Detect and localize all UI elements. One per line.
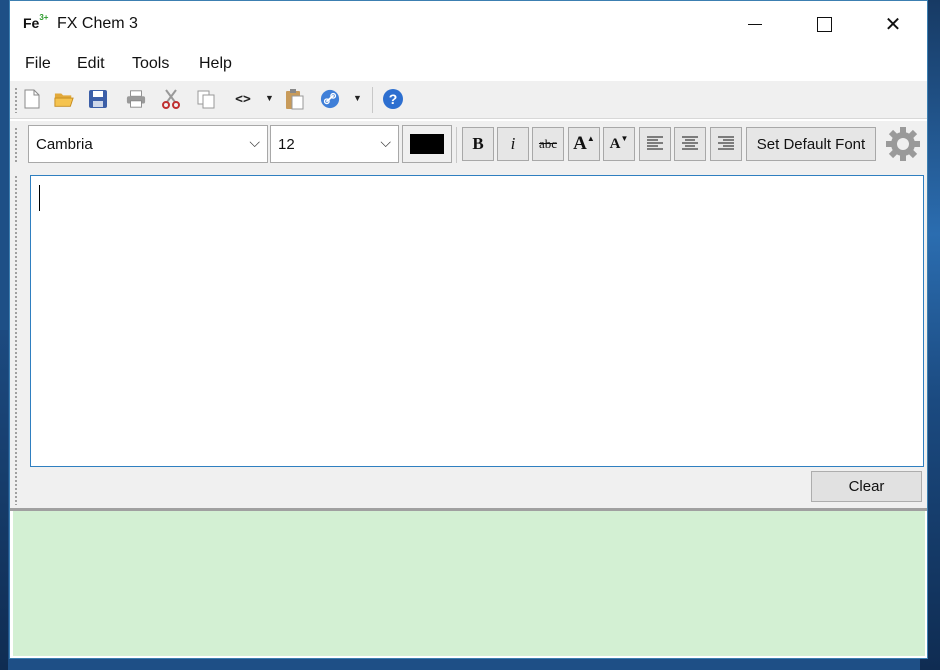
cut-icon[interactable] [161,89,181,109]
align-right-icon [718,136,734,150]
save-icon[interactable] [88,89,108,109]
code-dropdown-arrow[interactable]: ▼ [265,93,274,103]
settings-button[interactable] [882,125,924,163]
shrink-font-button[interactable]: A ▼ [603,127,635,161]
set-default-font-button[interactable]: Set Default Font [746,127,876,161]
link-icon[interactable] [320,89,340,109]
font-name-value: Cambria [36,136,93,153]
clear-button[interactable]: Clear [811,471,922,502]
copy-icon[interactable] [196,89,216,109]
app-icon: Fe3+ [23,13,49,31]
paste-icon[interactable] [284,89,304,110]
print-icon[interactable] [126,89,146,109]
align-center-button[interactable] [674,127,706,161]
close-icon: ✕ [884,13,902,36]
caret-down-icon: ▼ [620,133,629,143]
text-caret [39,185,40,211]
menu-tools[interactable]: Tools [132,55,169,73]
strikethrough-button[interactable]: abc [532,127,564,161]
caret-up-icon: ▲ [586,133,595,143]
italic-button[interactable]: i [497,127,529,161]
open-folder-icon[interactable] [54,89,74,109]
desktop-background-left [0,330,8,670]
window-title: FX Chem 3 [57,15,138,32]
minimize-icon [748,23,762,25]
formula-editor[interactable] [30,175,924,467]
help-glyph: ? [383,89,403,109]
color-swatch [410,134,444,154]
gear-icon [886,127,920,161]
code-icon[interactable]: <> [231,89,255,109]
menu-edit[interactable]: Edit [77,55,105,73]
link-dropdown-arrow[interactable]: ▼ [353,93,362,103]
align-right-button[interactable] [710,127,742,161]
grow-font-glyph: A [573,133,587,154]
app-window: Fe3+ FX Chem 3 ✕ File Edit Tools Help <> [9,0,928,659]
toolbar-separator [372,87,373,113]
align-left-button[interactable] [639,127,671,161]
shrink-font-glyph: A [609,135,621,152]
format-separator [456,127,457,163]
maximize-icon [816,16,832,32]
chevron-down-icon: ⌵ [249,134,260,150]
editor-pane-grip[interactable] [14,175,18,505]
font-name-select[interactable]: Cambria ⌵ [28,125,268,163]
grow-font-button[interactable]: A ▲ [568,127,600,161]
align-center-icon [682,136,698,150]
main-toolbar: <> ▼ ▼ ? [10,81,927,119]
new-document-icon[interactable] [22,89,42,109]
bold-button[interactable]: B [462,127,494,161]
menu-file[interactable]: File [25,55,51,73]
format-toolbar-grip[interactable] [14,127,18,163]
maximize-button[interactable] [801,1,847,47]
text-color-button[interactable] [402,125,452,163]
chevron-down-icon: ⌵ [380,134,391,150]
font-size-value: 12 [278,136,295,153]
output-preview [13,511,925,656]
menu-help[interactable]: Help [199,55,232,73]
title-bar[interactable]: Fe3+ FX Chem 3 ✕ [10,1,927,47]
help-icon[interactable]: ? [383,89,403,109]
toolbar-grip[interactable] [14,87,18,113]
minimize-button[interactable] [732,1,778,47]
align-left-icon [647,136,663,150]
close-button[interactable]: ✕ [870,1,916,47]
menu-bar: File Edit Tools Help [10,49,927,79]
font-size-select[interactable]: 12 ⌵ [270,125,399,163]
